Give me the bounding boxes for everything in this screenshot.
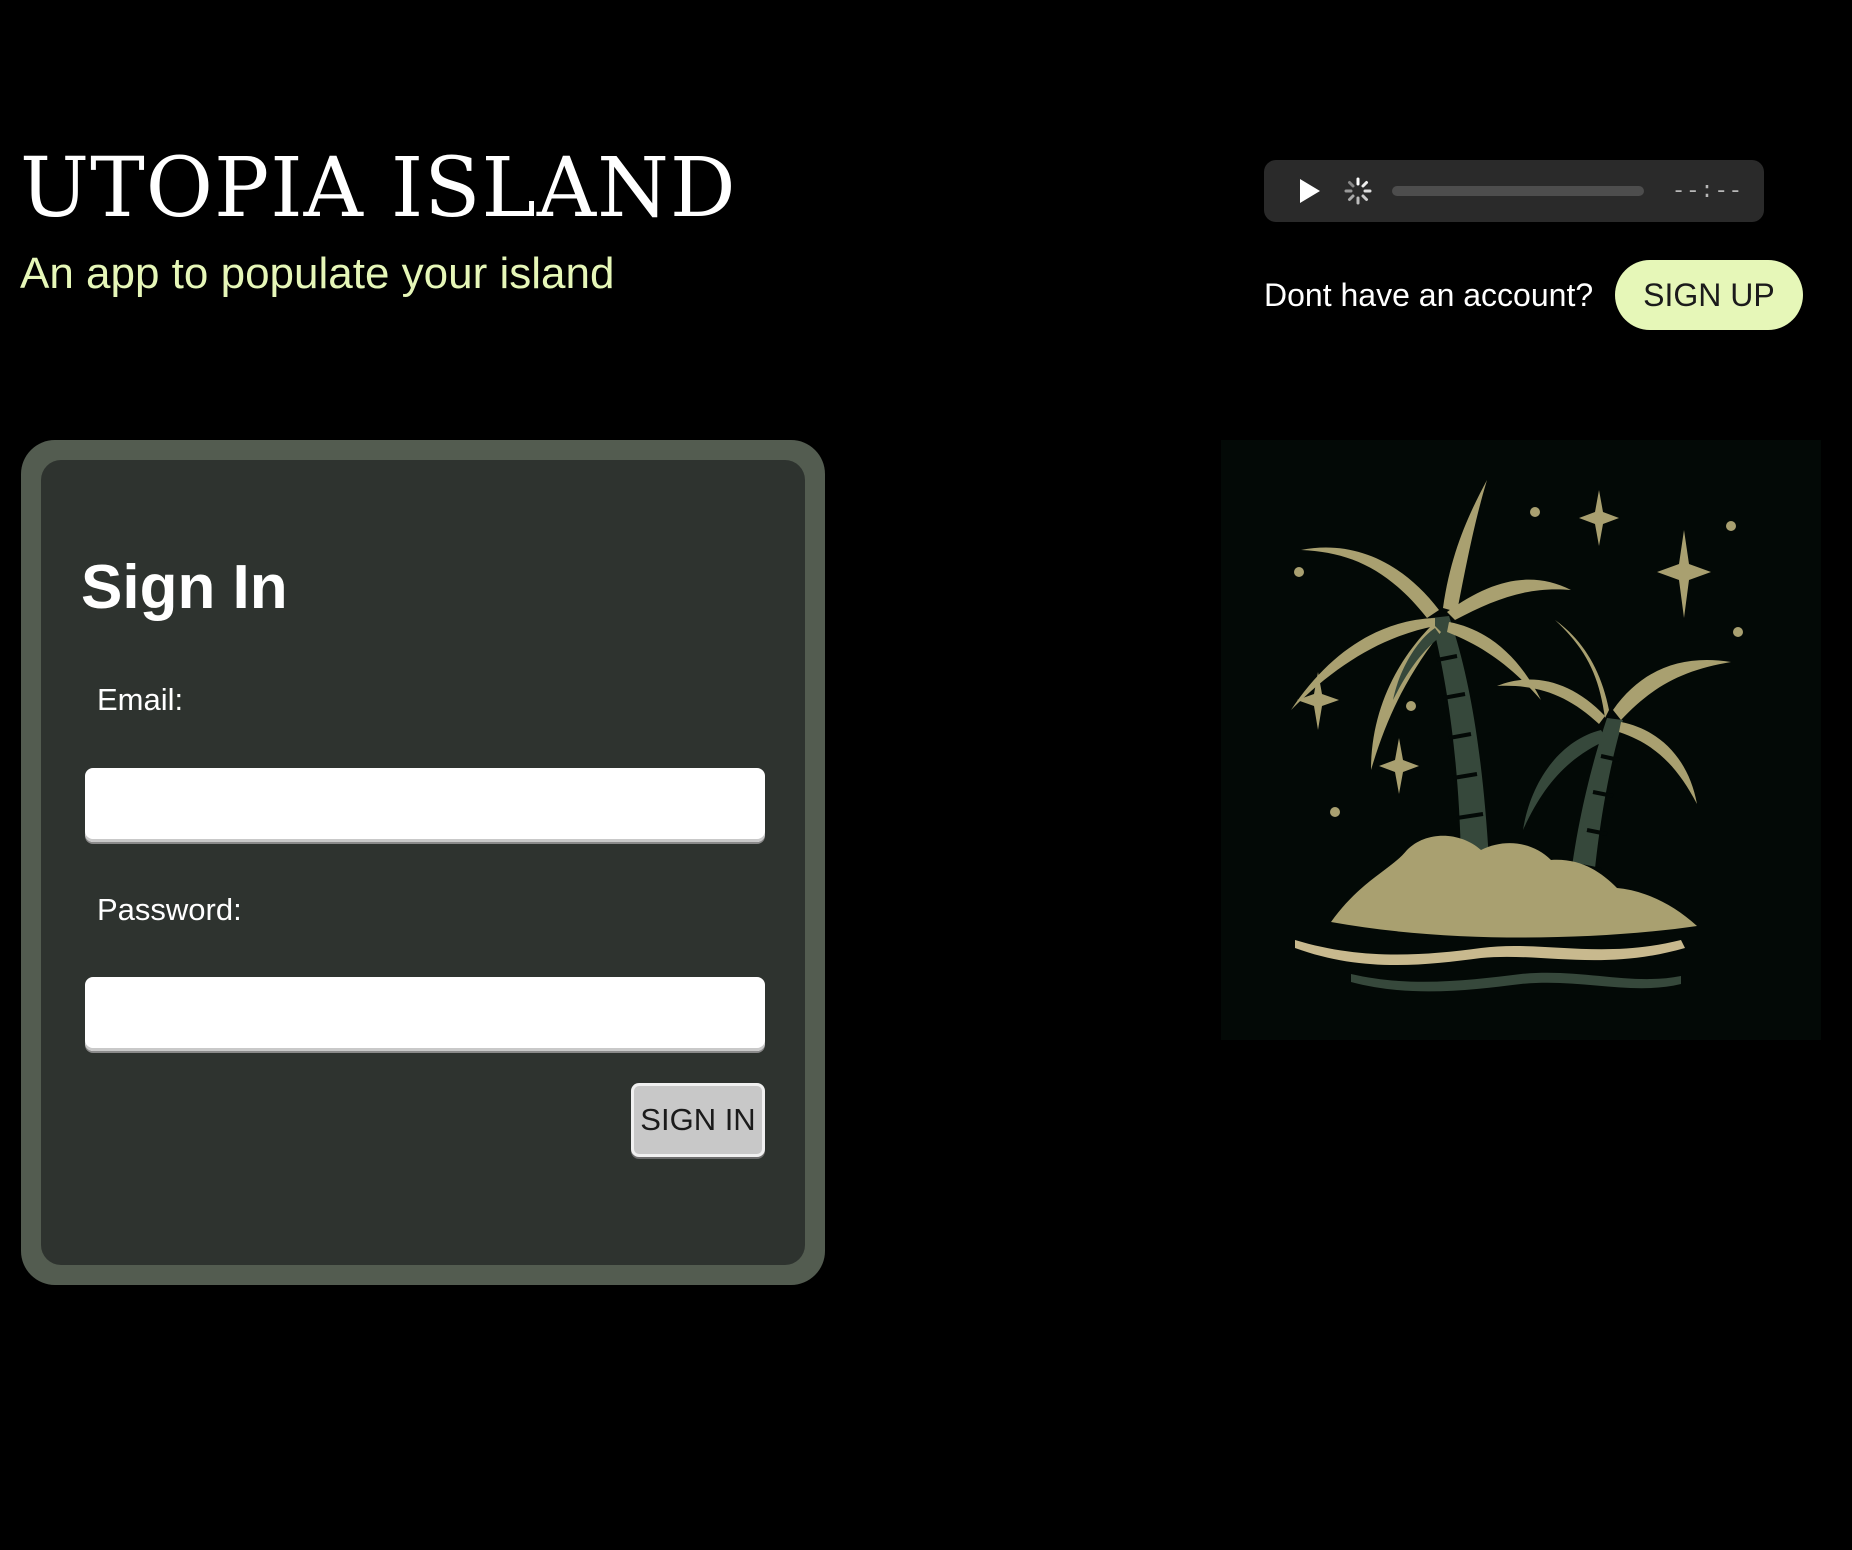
sign-up-button[interactable]: SIGN UP: [1615, 260, 1803, 330]
email-label: Email:: [97, 682, 184, 717]
app-title: UTOPIA ISLAND: [20, 141, 737, 236]
palm-island-illustration: [1221, 440, 1821, 1040]
audio-player: --:--: [1264, 160, 1764, 222]
loading-spinner-icon: [1342, 175, 1374, 207]
audio-seek-bar[interactable]: [1392, 186, 1644, 196]
sign-in-card: Sign In Email: Password: SIGN IN: [21, 440, 825, 1285]
signup-prompt: Dont have an account?: [1264, 276, 1594, 313]
sign-in-title: Sign In: [81, 553, 288, 622]
sign-in-card-body: Sign In Email: Password: SIGN IN: [41, 460, 805, 1265]
sparkle-star: [1379, 738, 1419, 794]
app-subtitle: An app to populate your island: [20, 249, 615, 298]
page: UTOPIA ISLAND An app to populate your is…: [0, 0, 1852, 1550]
sparkle-star: [1657, 530, 1711, 618]
palm-island-artwork: [1291, 480, 1743, 992]
island-shoreline: [1295, 940, 1685, 966]
loading-spinner-glyph: [1344, 177, 1372, 205]
palm-fronds: [1291, 480, 1731, 804]
email-field[interactable]: [85, 768, 765, 842]
water-ripple: [1351, 972, 1681, 992]
signup-row: Dont have an account? SIGN UP: [1264, 260, 1803, 330]
sign-in-button[interactable]: SIGN IN: [631, 1083, 765, 1157]
play-icon[interactable]: [1294, 175, 1326, 207]
island-mound: [1331, 835, 1697, 938]
password-field[interactable]: [85, 977, 765, 1051]
play-icon-glyph: [1300, 179, 1320, 203]
sparkle-star: [1579, 490, 1619, 546]
password-label: Password:: [97, 892, 242, 927]
audio-time-readout: --:--: [1672, 178, 1744, 204]
